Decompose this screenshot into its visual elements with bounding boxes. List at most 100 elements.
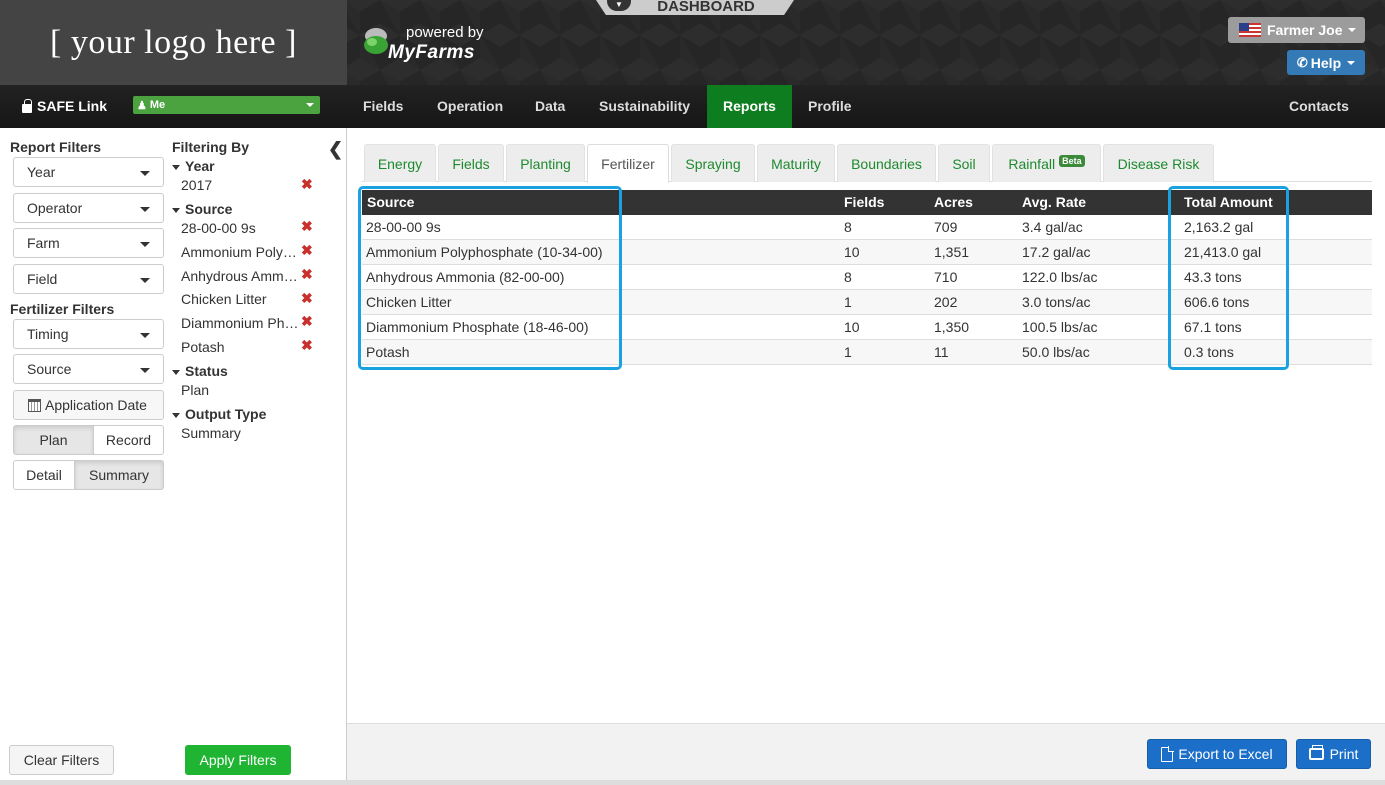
timing-filter-label: Timing [27, 326, 69, 342]
active-filter-source: Ammonium Polyphosphate (10-34-00) [181, 244, 299, 260]
summary-toggle[interactable]: Summary [75, 460, 164, 490]
document-icon [1161, 745, 1175, 762]
powered-by-text: powered by [406, 24, 484, 41]
cell-avg-rate: 50.0 lbs/ac [1022, 344, 1090, 360]
beta-badge: Beta [1059, 154, 1085, 167]
caret-down-icon [140, 171, 150, 176]
field-filter-dropdown[interactable]: Field [13, 264, 164, 294]
print-label: Print [1329, 746, 1359, 762]
clear-filters-button[interactable]: Clear Filters [9, 745, 114, 775]
caret-down-icon [140, 368, 150, 373]
help-button[interactable]: ✆ Help [1287, 50, 1365, 75]
tab-disease-risk[interactable]: Disease Risk [1103, 144, 1214, 182]
calendar-icon [28, 398, 41, 412]
tab-maturity[interactable]: Maturity [757, 144, 835, 182]
status-filter-group[interactable]: Status [172, 363, 228, 379]
column-header-acres[interactable]: Acres [934, 190, 973, 215]
farm-filter-dropdown[interactable]: Farm [13, 228, 164, 258]
caret-down-icon [140, 333, 150, 338]
timing-filter-dropdown[interactable]: Timing [13, 319, 164, 349]
remove-filter-icon[interactable]: ✖ [301, 337, 313, 354]
tab-energy[interactable]: Energy [364, 144, 436, 182]
print-button[interactable]: Print [1296, 739, 1371, 769]
nav-sustainability[interactable]: Sustainability [583, 85, 706, 128]
nav-contacts[interactable]: Contacts [1273, 85, 1365, 128]
remove-filter-icon[interactable]: ✖ [301, 313, 313, 330]
caret-down-icon [172, 412, 180, 418]
cell-avg-rate: 3.0 tons/ac [1022, 294, 1091, 310]
logo-placeholder: [ your logo here ] [50, 23, 297, 61]
remove-filter-icon[interactable]: ✖ [301, 290, 313, 307]
nav-data[interactable]: Data [519, 85, 581, 128]
help-label: Help [1310, 54, 1342, 71]
active-filter-status: Plan [181, 382, 210, 398]
nav-fields[interactable]: Fields [347, 85, 419, 128]
operator-filter-dropdown[interactable]: Operator [13, 193, 164, 223]
export-to-excel-button[interactable]: Export to Excel [1147, 739, 1287, 769]
year-filter-dropdown[interactable]: Year [13, 157, 164, 187]
remove-filter-icon[interactable]: ✖ [301, 266, 313, 283]
tab-rainfall-label: Rainfall [1008, 155, 1056, 172]
column-header-fields[interactable]: Fields [844, 190, 884, 215]
remove-filter-icon[interactable]: ✖ [301, 218, 313, 235]
total-amount-column-highlight [1168, 186, 1289, 370]
nav-profile[interactable]: Profile [792, 85, 868, 128]
export-label: Export to Excel [1178, 746, 1273, 762]
cell-fields: 1 [844, 344, 852, 360]
tab-rainfall[interactable]: Rainfall Beta [992, 144, 1101, 182]
caret-down-icon [172, 164, 180, 170]
record-toggle[interactable]: Record [94, 425, 164, 455]
phone-icon: ✆ [1296, 54, 1308, 70]
detail-toggle[interactable]: Detail [13, 460, 75, 490]
source-filter-dropdown[interactable]: Source [13, 354, 164, 384]
caret-down-icon [172, 369, 180, 375]
operator-select-value: Me [149, 99, 166, 111]
active-filter-output-type: Summary [181, 425, 241, 441]
nav-operation[interactable]: Operation [421, 85, 519, 128]
cell-acres: 709 [934, 219, 958, 235]
caret-down-icon [172, 207, 180, 213]
year-filter-group[interactable]: Year [172, 158, 215, 174]
cell-avg-rate: 3.4 gal/ac [1022, 219, 1083, 235]
source-filter-label: Source [27, 361, 72, 377]
tab-boundaries[interactable]: Boundaries [837, 144, 936, 182]
cell-fields: 8 [844, 269, 852, 285]
active-filter-source: Chicken Litter [181, 291, 267, 307]
logo-area[interactable]: [ your logo here ] [0, 0, 347, 85]
remove-filter-icon[interactable]: ✖ [301, 242, 313, 259]
cell-acres: 1,351 [934, 244, 970, 260]
application-date-label: Application Date [45, 397, 147, 413]
safe-link[interactable]: SAFE Link [22, 98, 107, 114]
operator-filter-label: Operator [27, 200, 83, 216]
nav-reports[interactable]: Reports [707, 85, 792, 128]
safe-link-label: SAFE Link [37, 98, 108, 114]
powered-by-logo: powered by MyFarms [362, 22, 512, 66]
brand-name: MyFarms [388, 42, 475, 63]
cell-fields: 8 [844, 219, 852, 235]
application-date-button[interactable]: Application Date [13, 390, 164, 420]
cell-acres: 710 [934, 269, 958, 285]
farm-filter-label: Farm [27, 235, 60, 251]
remove-filter-icon[interactable]: ✖ [301, 176, 313, 193]
operator-select[interactable]: ♟ Me [133, 96, 320, 114]
tab-fields[interactable]: Fields [438, 144, 504, 182]
output-type-filter-group[interactable]: Output Type [172, 406, 266, 422]
active-filter-source: Potash [181, 339, 225, 355]
printer-icon [1308, 745, 1324, 760]
tab-planting[interactable]: Planting [506, 144, 585, 182]
tab-soil[interactable]: Soil [938, 144, 990, 182]
status-group-label: Status [185, 363, 228, 379]
source-filter-group[interactable]: Source [172, 201, 232, 217]
filtering-by-heading: Filtering By [172, 139, 250, 155]
plan-toggle[interactable]: Plan [13, 425, 94, 455]
report-filters-heading: Report Filters [10, 139, 102, 155]
caret-down-icon [140, 242, 150, 247]
apply-filters-button[interactable]: Apply Filters [185, 745, 291, 775]
column-header-avg-rate[interactable]: Avg. Rate [1022, 190, 1086, 215]
user-menu-button[interactable]: Farmer Joe [1228, 17, 1365, 43]
chevron-left-icon[interactable]: ❮ [328, 139, 343, 160]
tab-fertilizer[interactable]: Fertilizer [587, 144, 669, 183]
tab-spraying[interactable]: Spraying [671, 144, 755, 182]
dashboard-tab[interactable]: ▼ DASHBOARD [596, 0, 794, 15]
fertilizer-filters-heading: Fertilizer Filters [10, 301, 115, 317]
